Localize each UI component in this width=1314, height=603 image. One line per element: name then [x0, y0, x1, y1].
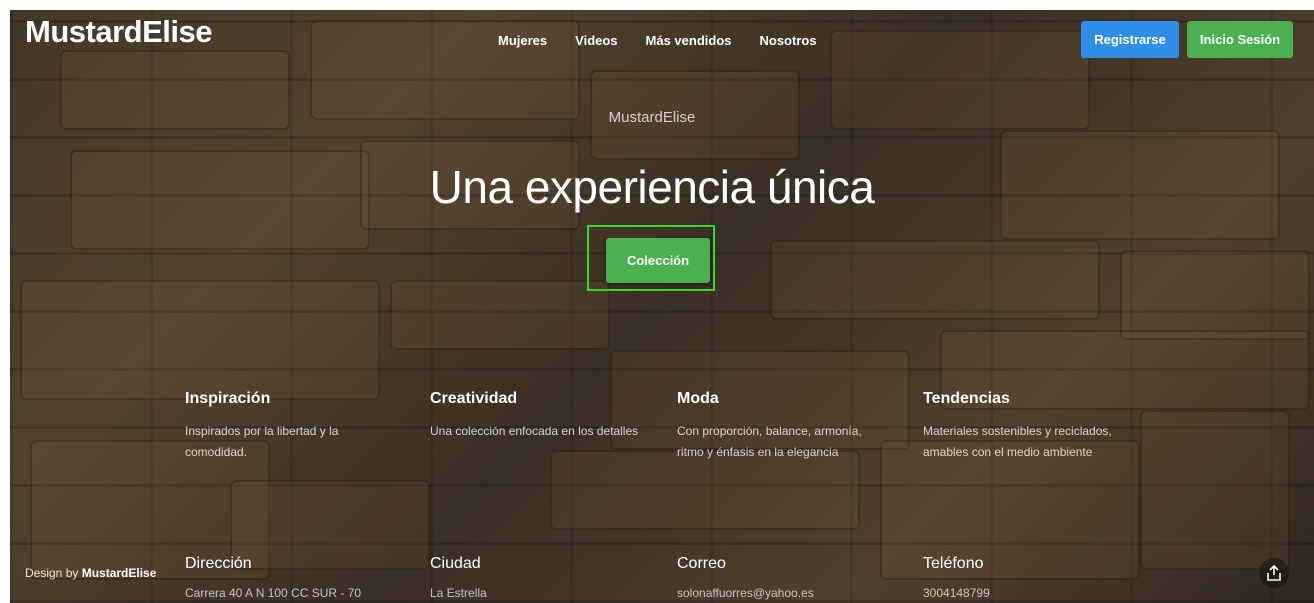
- info-value-telefono[interactable]: 3004148799: [923, 586, 990, 600]
- feature-text: Materiales sostenibles y reciclados, ama…: [923, 424, 1112, 459]
- collection-button[interactable]: Colección: [606, 238, 710, 283]
- share-button[interactable]: [1259, 558, 1289, 588]
- hero-eyebrow: MustardElise: [608, 109, 696, 126]
- feature-title: Moda: [677, 390, 719, 407]
- feature-title: Creatividad: [430, 390, 518, 407]
- feature-title: Inspiración: [185, 390, 271, 407]
- feature-moda: Moda Con proporción, balance, armonía, r…: [677, 390, 887, 463]
- nav-item-mujeres[interactable]: Mujeres: [498, 33, 547, 48]
- brand-logo[interactable]: MustardElise: [25, 14, 212, 50]
- info-label-correo: Correo: [677, 555, 726, 572]
- nav-item-videos[interactable]: Videos: [575, 33, 617, 48]
- info-label-direccion: Dirección: [185, 555, 252, 572]
- feature-tendencias: Tendencias Materiales sostenibles y reci…: [923, 390, 1153, 463]
- design-credit: Design by MustardElise: [25, 566, 156, 580]
- info-label-ciudad: Ciudad: [430, 555, 481, 572]
- hero-title: Una experiencia única: [429, 161, 875, 213]
- nav-item-mas-vendidos[interactable]: Más vendidos: [646, 33, 732, 48]
- feature-text: Con proporción, balance, armonía, ritmo …: [677, 424, 862, 459]
- register-button[interactable]: Registrarse: [1081, 21, 1179, 58]
- share-icon: [1267, 565, 1281, 581]
- info-label-telefono: Teléfono: [923, 555, 984, 572]
- main-nav: Mujeres Videos Más vendidos Nosotros: [498, 33, 817, 48]
- info-value-correo[interactable]: solonaffuorres@yahoo.es: [677, 586, 814, 600]
- login-button[interactable]: Inicio Sesión: [1187, 21, 1293, 58]
- info-value-direccion: Carrera 40 A N 100 CC SUR - 70: [185, 586, 362, 600]
- info-value-ciudad: La Estrella: [430, 586, 487, 600]
- nav-item-nosotros[interactable]: Nosotros: [760, 33, 817, 48]
- feature-title: Tendencias: [923, 390, 1010, 407]
- hero-section: [10, 10, 1314, 603]
- design-credit-brand[interactable]: MustardElise: [82, 566, 157, 580]
- feature-text: Una colección enfocada en los detalles: [430, 424, 639, 438]
- feature-creatividad: Creatividad Una colección enfocada en lo…: [430, 390, 640, 442]
- design-credit-prefix: Design by: [25, 566, 79, 580]
- feature-text: Inspirados por la libertad y la comodida…: [185, 424, 339, 459]
- feature-inspiracion: Inspiración Inspirados por la libertad y…: [185, 390, 395, 463]
